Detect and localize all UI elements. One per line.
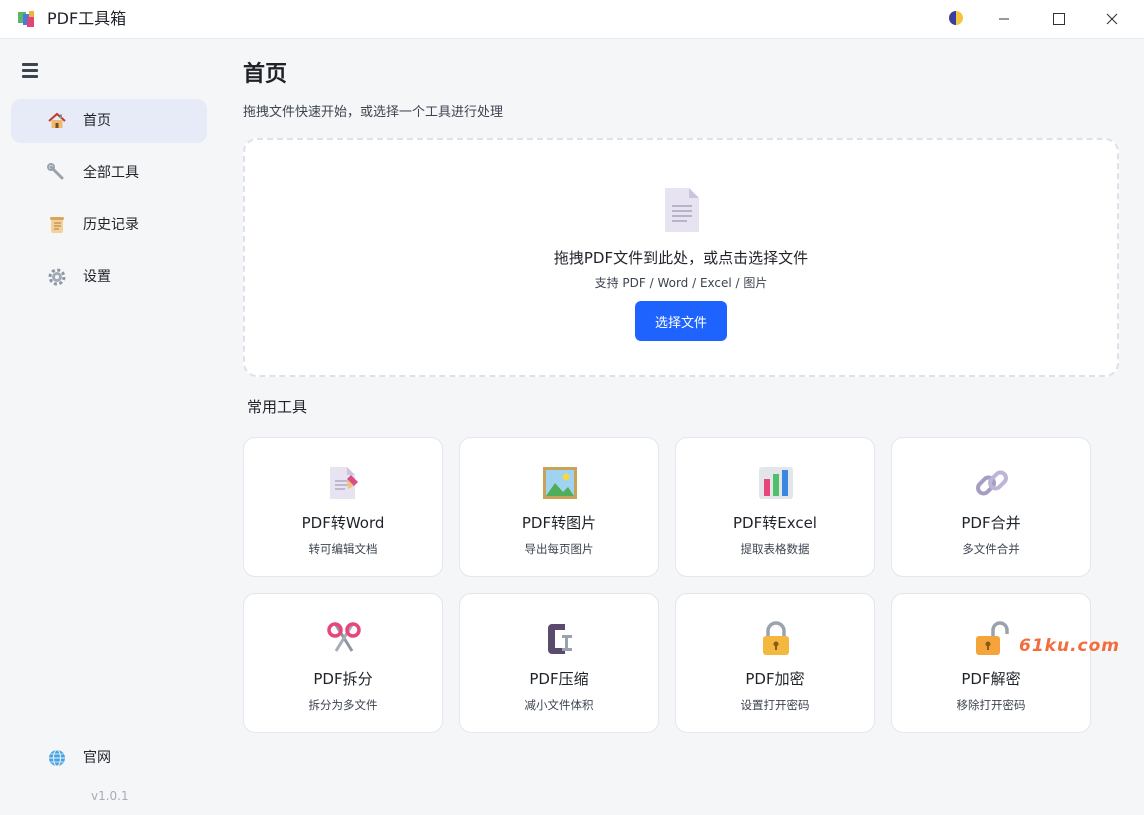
lock-icon — [757, 620, 795, 658]
sidebar-item-label: 首页 — [83, 113, 111, 129]
sidebar-item-home[interactable]: 首页 — [11, 99, 207, 143]
scissors-icon — [325, 620, 363, 658]
unlock-icon — [973, 620, 1011, 658]
tool-desc: 设置打开密码 — [740, 698, 810, 712]
tool-card-pdf-compress[interactable]: PDF压缩 减小文件体积 — [459, 593, 659, 733]
main-content: 首页 拖拽文件快速开始，或选择一个工具进行处理 拖拽PDF文件到此处，或点击选择… — [218, 39, 1144, 815]
tool-name: PDF解密 — [961, 670, 1021, 688]
app-title: PDF工具箱 — [47, 9, 127, 28]
close-icon — [1106, 10, 1118, 29]
maximize-button[interactable] — [1033, 0, 1085, 39]
sidebar-item-label: 全部工具 — [83, 165, 139, 181]
tool-name: PDF加密 — [745, 670, 805, 688]
picture-icon — [541, 464, 579, 502]
tool-name: PDF转Word — [301, 514, 385, 532]
sidebar-item-settings[interactable]: 设置 — [11, 255, 207, 299]
globe-icon — [47, 748, 67, 768]
tool-desc: 多文件合并 — [962, 542, 1020, 556]
tool-desc: 移除打开密码 — [956, 698, 1026, 712]
tool-desc: 拆分为多文件 — [308, 698, 378, 712]
tool-card-pdf-encrypt[interactable]: PDF加密 设置打开密码 — [675, 593, 875, 733]
page-subtitle: 拖拽文件快速开始，或选择一个工具进行处理 — [243, 105, 504, 120]
link-icon — [973, 464, 1011, 502]
clamp-icon — [541, 620, 579, 658]
gear-icon — [47, 267, 67, 287]
tool-card-pdf-to-word[interactable]: PDF转Word 转可编辑文档 — [243, 437, 443, 577]
tool-name: PDF合并 — [961, 514, 1021, 532]
select-file-button[interactable]: 选择文件 — [635, 301, 727, 341]
close-button[interactable] — [1086, 0, 1138, 39]
sidebar-item-label: 官网 — [83, 750, 111, 766]
watermark: 61ku.com — [1019, 636, 1120, 656]
sidebar-item-history[interactable]: 历史记录 — [11, 203, 207, 247]
sidebar-item-website[interactable]: 官网 — [11, 736, 207, 780]
tool-name: PDF转图片 — [521, 514, 597, 532]
tool-name: PDF压缩 — [529, 670, 589, 688]
app-logo-icon — [18, 10, 36, 28]
tool-desc: 减小文件体积 — [524, 698, 594, 712]
minimize-icon — [998, 10, 1010, 29]
page-title: 首页 — [243, 62, 288, 87]
app-window: PDF工具箱 首页 全部工具 历史记录 设置 官网 v1.0.1 首页 拖拽文件… — [0, 0, 1144, 815]
sidebar-item-label: 设置 — [83, 269, 111, 285]
tool-name: PDF拆分 — [313, 670, 373, 688]
theme-toggle-button[interactable] — [930, 0, 982, 39]
title-bar: PDF工具箱 — [0, 0, 1144, 39]
bar-chart-icon — [757, 464, 795, 502]
tool-desc: 提取表格数据 — [740, 542, 810, 556]
file-dropzone[interactable]: 拖拽PDF文件到此处，或点击选择文件 支持 PDF / Word / Excel… — [243, 138, 1119, 377]
tool-card-pdf-to-excel[interactable]: PDF转Excel 提取表格数据 — [675, 437, 875, 577]
hamburger-menu-icon[interactable] — [22, 63, 40, 79]
dropzone-hint: 支持 PDF / Word / Excel / 图片 — [594, 276, 768, 290]
maximize-icon — [1053, 10, 1065, 29]
document-icon — [663, 186, 701, 234]
tool-desc: 导出每页图片 — [524, 542, 594, 556]
dropzone-title: 拖拽PDF文件到此处，或点击选择文件 — [553, 249, 809, 267]
tool-card-pdf-decrypt[interactable]: PDF解密 移除打开密码 — [891, 593, 1091, 733]
section-title-common-tools: 常用工具 — [247, 398, 308, 416]
scroll-icon — [47, 215, 67, 235]
minimize-button[interactable] — [978, 0, 1030, 39]
tool-desc: 转可编辑文档 — [308, 542, 378, 556]
tool-card-pdf-to-image[interactable]: PDF转图片 导出每页图片 — [459, 437, 659, 577]
wrench-icon — [47, 163, 67, 183]
sidebar-item-all-tools[interactable]: 全部工具 — [11, 151, 207, 195]
tool-name: PDF转Excel — [733, 514, 817, 532]
sidebar-item-label: 历史记录 — [83, 217, 139, 233]
theme-toggle-icon — [948, 10, 964, 30]
document-edit-icon — [325, 464, 363, 502]
version-label: v1.0.1 — [91, 789, 129, 803]
tool-card-pdf-split[interactable]: PDF拆分 拆分为多文件 — [243, 593, 443, 733]
sidebar: 首页 全部工具 历史记录 设置 官网 v1.0.1 — [0, 39, 218, 815]
home-icon — [47, 111, 67, 131]
tool-card-pdf-merge[interactable]: PDF合并 多文件合并 — [891, 437, 1091, 577]
